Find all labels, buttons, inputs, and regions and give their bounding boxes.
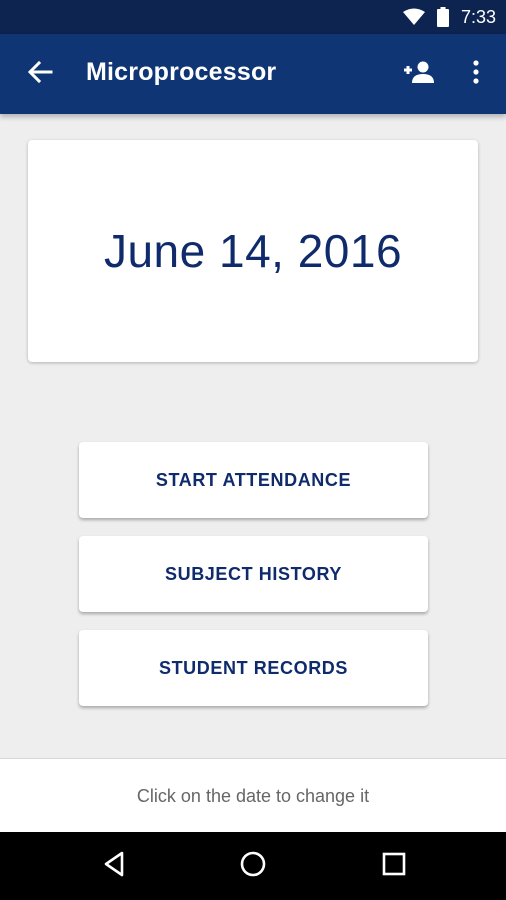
nav-recents-icon [382,852,406,881]
status-icons: 7:33 [402,0,496,34]
arrow-back-icon [27,60,53,89]
more-vert-icon [472,59,480,89]
subject-history-button[interactable]: SUBJECT HISTORY [79,536,428,612]
app-bar: Microprocessor [0,34,506,114]
nav-home-icon [239,850,267,883]
hint-text: Click on the date to change it [136,785,370,806]
hint-bar: Click on the date to change it [0,758,506,833]
status-time: 7:33 [460,6,496,27]
person-add-icon [401,60,435,89]
selected-date[interactable]: June 14, 2016 [104,224,402,278]
more-options-button[interactable] [458,56,494,92]
back-button[interactable] [20,56,60,92]
nav-recents-button[interactable] [374,849,414,883]
student-records-button[interactable]: STUDENT RECORDS [79,630,428,706]
system-navigation-bar [0,832,506,900]
wifi-icon [402,8,425,26]
add-student-button[interactable] [398,56,438,92]
nav-back-button[interactable] [94,849,134,883]
page-title: Microprocessor [86,58,277,86]
nav-back-icon [103,851,125,882]
nav-home-button[interactable] [233,849,273,883]
start-attendance-button[interactable]: START ATTENDANCE [79,442,428,518]
date-card[interactable]: June 14, 2016 [28,140,478,362]
battery-icon [436,7,449,27]
status-bar: 7:33 [0,0,506,34]
